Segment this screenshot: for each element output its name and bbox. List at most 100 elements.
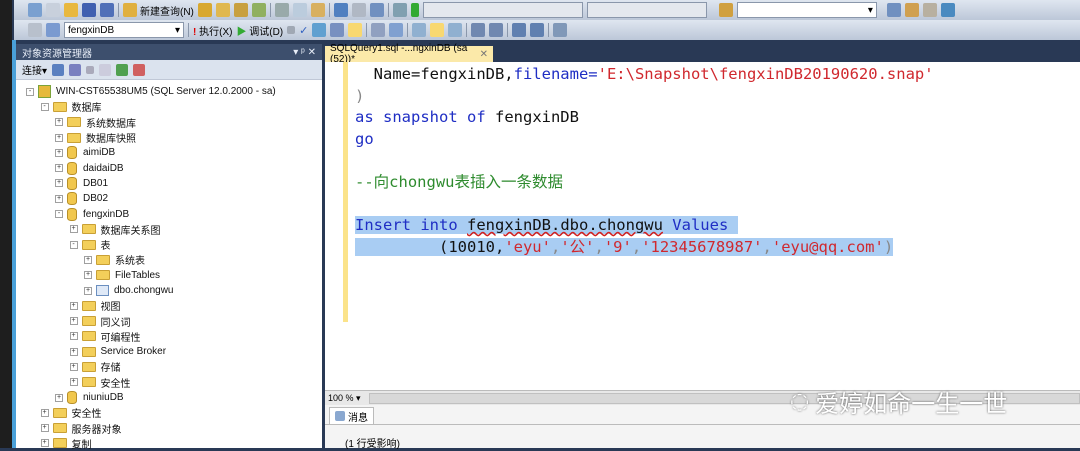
pin-icon[interactable]: ᵖ bbox=[301, 47, 305, 58]
expand-icon[interactable]: + bbox=[55, 393, 63, 402]
db-engine-query-icon[interactable] bbox=[197, 3, 212, 17]
expand-icon[interactable]: + bbox=[55, 148, 63, 157]
zoom-select[interactable]: 100 % ▾ bbox=[328, 393, 361, 404]
comment-icon[interactable] bbox=[471, 23, 486, 37]
tree-node[interactable]: - fengxinDB bbox=[16, 206, 322, 221]
analysis-query-icon[interactable] bbox=[215, 3, 230, 17]
tools-icon[interactable] bbox=[922, 3, 937, 17]
tree-node[interactable]: + 系统数据库 bbox=[16, 115, 322, 130]
save-all-icon[interactable] bbox=[100, 3, 114, 17]
connect-icon[interactable] bbox=[28, 23, 42, 37]
registered-servers-icon[interactable] bbox=[904, 3, 919, 17]
expand-icon[interactable]: + bbox=[55, 164, 63, 173]
tree-node[interactable]: + 数据库关系图 bbox=[16, 222, 322, 237]
tree-node[interactable]: + 系统表 bbox=[16, 252, 322, 267]
parse-icon[interactable]: ✓ bbox=[299, 24, 308, 37]
outdent-icon[interactable] bbox=[512, 23, 527, 37]
client-stats-icon[interactable] bbox=[389, 23, 404, 37]
close-icon[interactable]: ✕ bbox=[308, 47, 316, 58]
expand-icon[interactable]: + bbox=[55, 118, 63, 127]
xmla-query-icon[interactable] bbox=[251, 3, 266, 17]
add-item-icon[interactable] bbox=[46, 3, 60, 17]
debug-button[interactable]: ▶ 调试(D) bbox=[236, 23, 283, 38]
tree-node[interactable]: + FileTables bbox=[16, 268, 322, 283]
tree-node[interactable]: + 安全性 bbox=[16, 375, 322, 390]
expand-icon[interactable]: + bbox=[69, 332, 78, 341]
expand-icon[interactable]: + bbox=[55, 133, 63, 142]
collapse-icon[interactable]: - bbox=[55, 210, 63, 219]
expand-icon[interactable]: + bbox=[84, 286, 92, 295]
results-file-icon[interactable] bbox=[448, 23, 463, 37]
new-project-icon[interactable] bbox=[28, 3, 42, 17]
window-icon[interactable] bbox=[940, 3, 955, 17]
tree-node[interactable]: + Service Broker bbox=[16, 344, 322, 359]
database-select[interactable]: fengxinDB ▾ bbox=[64, 22, 184, 38]
expand-icon[interactable]: + bbox=[55, 179, 63, 188]
open-icon[interactable] bbox=[64, 3, 78, 17]
query-designer-icon[interactable] bbox=[330, 23, 345, 37]
filter-icon[interactable] bbox=[99, 63, 112, 76]
uncomment-icon[interactable] bbox=[489, 23, 504, 37]
collapse-icon[interactable]: - bbox=[69, 240, 78, 249]
save-icon[interactable] bbox=[82, 3, 96, 17]
paste-icon[interactable] bbox=[310, 3, 325, 17]
expand-icon[interactable]: + bbox=[69, 225, 78, 234]
solution-config-select[interactable] bbox=[422, 2, 583, 18]
expand-icon[interactable]: + bbox=[40, 408, 49, 417]
tree-node[interactable]: + 同义词 bbox=[16, 313, 322, 329]
tab-sqlquery1[interactable]: SQLQuery1.sql -...ngxinDB (sa (52))* ✕ bbox=[325, 43, 493, 65]
tree-node[interactable]: + dbo.chongwu bbox=[16, 283, 322, 298]
results-text-icon[interactable] bbox=[412, 23, 427, 37]
stop-icon[interactable] bbox=[287, 26, 296, 34]
tree-node[interactable]: + aimiDB bbox=[16, 145, 322, 160]
results-grid-icon[interactable] bbox=[430, 23, 445, 37]
platform-select[interactable] bbox=[586, 2, 707, 18]
expand-icon[interactable]: + bbox=[69, 378, 78, 387]
connect-object-icon[interactable] bbox=[52, 63, 65, 76]
stop-icon[interactable] bbox=[86, 65, 95, 74]
tree-node[interactable]: - 数据库 bbox=[16, 99, 322, 114]
tree-node[interactable]: + 服务器对象 bbox=[16, 421, 322, 436]
tree-node[interactable]: + 数据库快照 bbox=[16, 130, 322, 145]
tree-node[interactable]: + niuniuDB bbox=[16, 390, 322, 405]
collapse-icon[interactable]: - bbox=[26, 87, 34, 96]
close-tab-icon[interactable]: ✕ bbox=[480, 49, 488, 60]
refresh-icon[interactable] bbox=[116, 63, 129, 76]
start-icon[interactable] bbox=[410, 3, 419, 17]
tree-node[interactable]: + 可编程性 bbox=[16, 329, 322, 344]
indent-icon[interactable] bbox=[530, 23, 545, 37]
include-plan-icon[interactable] bbox=[371, 23, 386, 37]
dropdown-icon[interactable]: ▾ bbox=[293, 47, 298, 58]
display-plan-icon[interactable] bbox=[312, 23, 327, 37]
results-to-icon[interactable] bbox=[348, 23, 363, 37]
expand-icon[interactable]: + bbox=[69, 301, 78, 310]
navigate-icon[interactable] bbox=[369, 3, 384, 17]
tree-node[interactable]: + 视图 bbox=[16, 298, 322, 313]
tree-node[interactable]: + 存储 bbox=[16, 359, 322, 374]
expand-icon[interactable]: + bbox=[40, 439, 49, 448]
activity-monitor-icon[interactable] bbox=[133, 63, 146, 76]
find-input[interactable]: ▾ bbox=[736, 2, 877, 18]
tree-node[interactable]: + DB02 bbox=[16, 191, 322, 206]
expand-icon[interactable]: + bbox=[84, 271, 92, 280]
find-in-files-icon[interactable] bbox=[718, 3, 733, 17]
collapse-icon[interactable]: - bbox=[40, 102, 49, 111]
tree-node[interactable]: + DB01 bbox=[16, 176, 322, 191]
redo-icon[interactable] bbox=[351, 3, 366, 17]
tree-node[interactable]: + 安全性 bbox=[16, 405, 322, 420]
expand-icon[interactable]: + bbox=[69, 362, 78, 371]
expand-icon[interactable]: + bbox=[69, 317, 78, 326]
specify-values-icon[interactable] bbox=[553, 23, 568, 37]
expand-icon[interactable]: + bbox=[40, 424, 49, 433]
code-text[interactable]: Name=fengxinDB,filename='E:\Snapshot\fen… bbox=[355, 64, 934, 258]
disconnect-icon[interactable] bbox=[69, 63, 82, 76]
execute-button[interactable]: ! 执行(X) bbox=[193, 23, 232, 38]
expand-icon[interactable]: + bbox=[55, 194, 63, 203]
tree-node[interactable]: - WIN-CST65538UM5 (SQL Server 12.0.2000 -… bbox=[16, 84, 322, 99]
expand-icon[interactable]: + bbox=[84, 255, 92, 264]
expand-icon[interactable]: + bbox=[69, 347, 78, 356]
tree-node[interactable]: + daidaiDB bbox=[16, 160, 322, 175]
mdx-query-icon[interactable] bbox=[233, 3, 248, 17]
copy-icon[interactable] bbox=[292, 3, 307, 17]
query-editor[interactable]: Name=fengxinDB,filename='E:\Snapshot\fen… bbox=[325, 62, 1080, 390]
